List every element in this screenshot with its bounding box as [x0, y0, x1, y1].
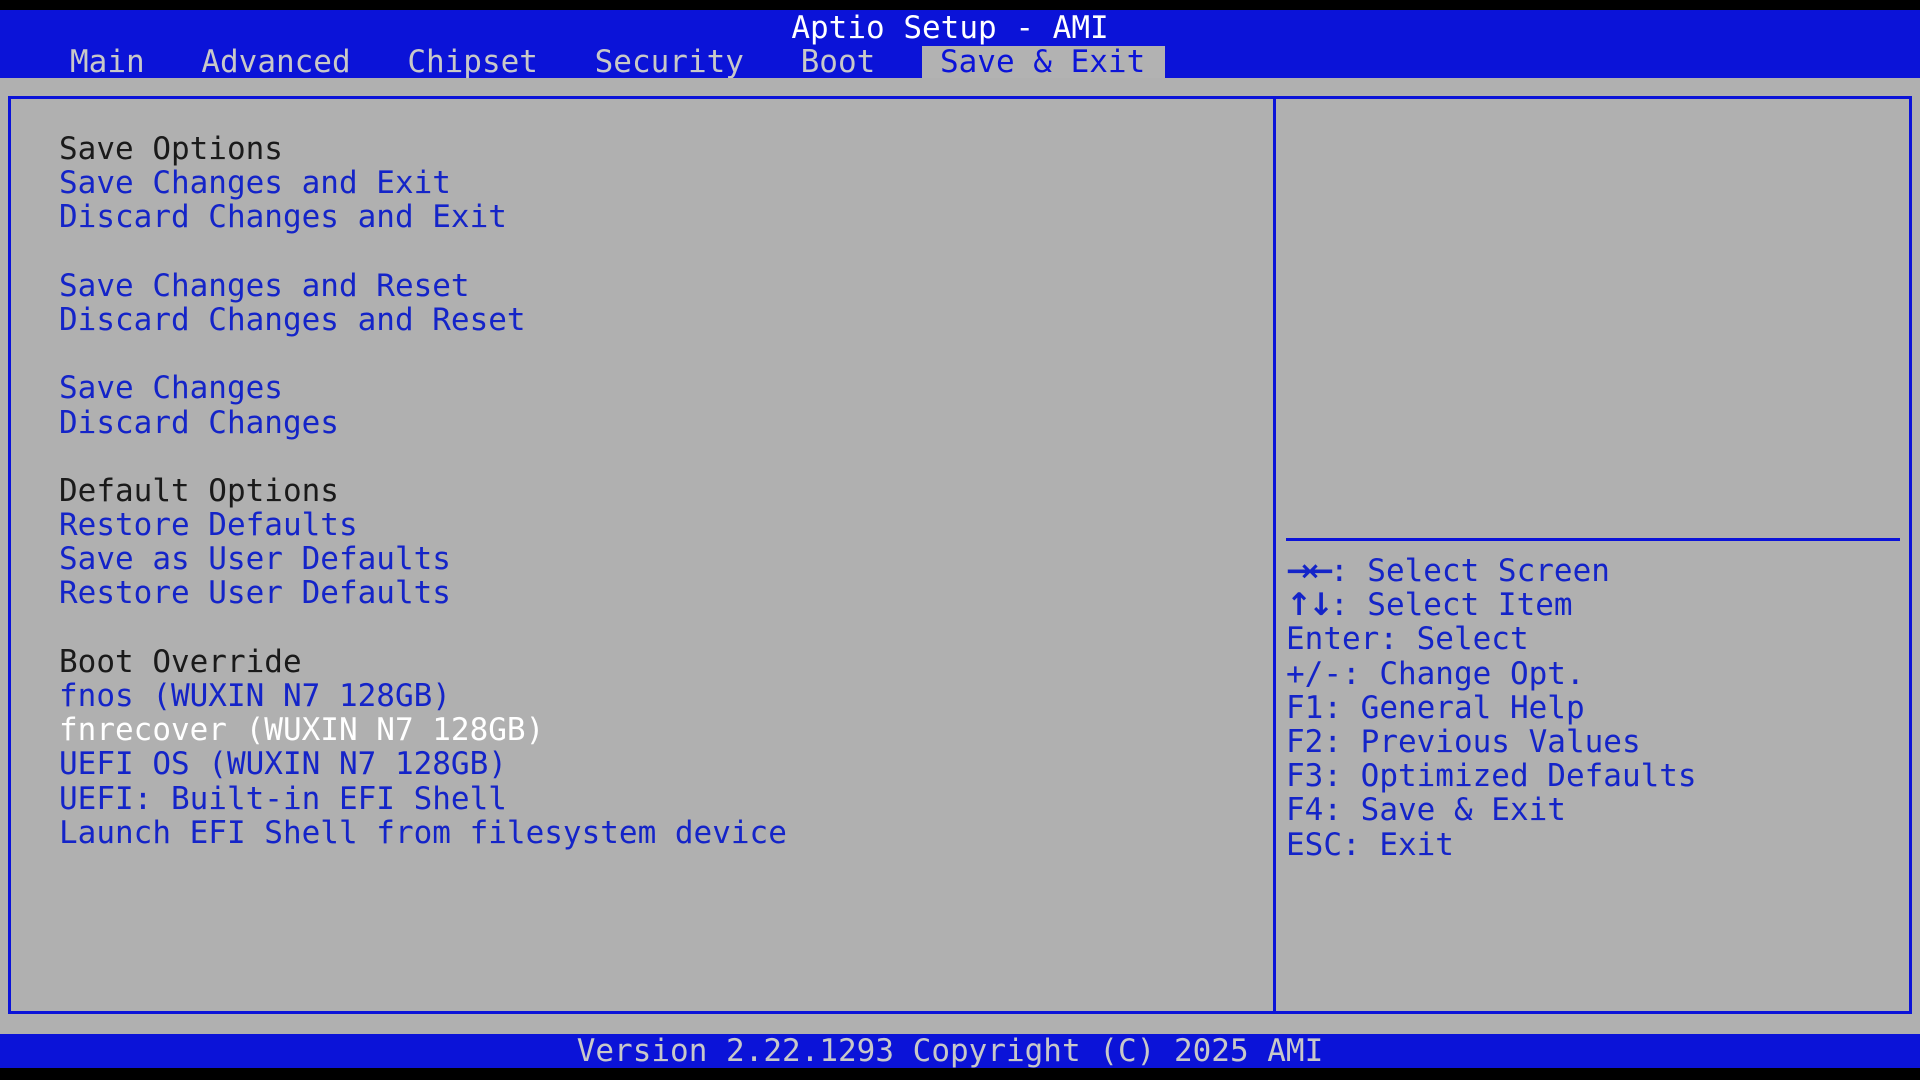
key-hint-select-item: ↑↓: Select Item — [1286, 588, 1697, 622]
section-heading-save-options: Save Options — [59, 131, 283, 167]
key-hint-text: : Select Screen — [1329, 553, 1610, 589]
tab-boot[interactable]: Boot — [791, 46, 886, 79]
key-hint-change-opt: +/-: Change Opt. — [1286, 655, 1585, 692]
section-heading-default-options: Default Options — [59, 472, 339, 509]
boot-override-uefi-os[interactable]: UEFI OS (WUXIN N7 128GB) — [59, 747, 787, 781]
key-hint-f1: F1: General Help — [1286, 689, 1585, 726]
boot-override-launch-efi-shell[interactable]: Launch EFI Shell from filesystem device — [59, 816, 787, 850]
menu-spacer — [59, 440, 787, 474]
menu-item-restore-user-defaults[interactable]: Restore User Defaults — [59, 576, 787, 610]
menu-spacer — [59, 235, 787, 269]
tab-chipset[interactable]: Chipset — [397, 46, 548, 79]
key-hint-f4: F4: Save & Exit — [1286, 792, 1566, 829]
bios-screen: Aptio Setup - AMI Main Advanced Chipset … — [0, 0, 1920, 1080]
arrow-left-right-icon: →← — [1286, 553, 1334, 589]
menu-item-discard-changes[interactable]: Discard Changes — [59, 405, 787, 440]
tab-bar: Main Advanced Chipset Security Boot Save… — [60, 45, 1166, 79]
section-heading-boot-override: Boot Override — [59, 643, 302, 680]
app-title: Aptio Setup - AMI — [791, 10, 1109, 46]
help-separator — [1286, 538, 1900, 541]
help-description — [1286, 109, 1886, 509]
menu-spacer — [59, 611, 787, 645]
menu-item-save-changes-and-reset[interactable]: Save Changes and Reset — [59, 269, 787, 303]
header-bar: Aptio Setup - AMI Main Advanced Chipset … — [0, 10, 1920, 79]
tab-security[interactable]: Security — [585, 46, 754, 79]
menu-panel: Save Options Save Changes and Exit Disca… — [8, 96, 1273, 1014]
key-hint-f2: F2: Previous Values — [1286, 723, 1641, 760]
key-hint-text: : Select Item — [1329, 587, 1573, 624]
key-legend: →←: Select Screen ↑↓: Select Item Enter:… — [1286, 554, 1697, 862]
menu-list: Save Options Save Changes and Exit Disca… — [59, 132, 787, 850]
menu-item-save-as-user-defaults[interactable]: Save as User Defaults — [59, 542, 787, 576]
menu-item-discard-changes-and-exit[interactable]: Discard Changes and Exit — [59, 200, 787, 234]
version-copyright: Version 2.22.1293 Copyright (C) 2025 AMI — [576, 1033, 1324, 1069]
key-hint-enter: Enter: Select — [1286, 621, 1529, 658]
main-area: Save Options Save Changes and Exit Disca… — [0, 78, 1920, 1034]
key-hint-esc: ESC: Exit — [1286, 826, 1454, 863]
menu-item-save-changes-and-exit[interactable]: Save Changes and Exit — [59, 166, 787, 200]
arrow-up-down-icon: ↑↓ — [1286, 587, 1334, 624]
tab-advanced[interactable]: Advanced — [191, 46, 360, 79]
boot-override-efi-shell[interactable]: UEFI: Built-in EFI Shell — [59, 781, 787, 816]
tab-main[interactable]: Main — [60, 46, 155, 79]
boot-override-fnrecover[interactable]: fnrecover (WUXIN N7 128GB) — [59, 713, 787, 747]
tab-save-exit[interactable]: Save & Exit — [921, 46, 1166, 79]
key-hint-f3: F3: Optimized Defaults — [1286, 758, 1697, 795]
boot-override-fnos[interactable]: fnos (WUXIN N7 128GB) — [59, 679, 787, 713]
menu-item-discard-changes-and-reset[interactable]: Discard Changes and Reset — [59, 303, 787, 337]
help-panel: →←: Select Screen ↑↓: Select Item Enter:… — [1276, 96, 1912, 1014]
menu-spacer — [59, 337, 787, 371]
footer-bar: Version 2.22.1293 Copyright (C) 2025 AMI — [0, 1034, 1920, 1068]
menu-item-restore-defaults[interactable]: Restore Defaults — [59, 508, 787, 542]
menu-item-save-changes[interactable]: Save Changes — [59, 371, 787, 405]
key-hint-select-screen: →←: Select Screen — [1286, 554, 1697, 588]
